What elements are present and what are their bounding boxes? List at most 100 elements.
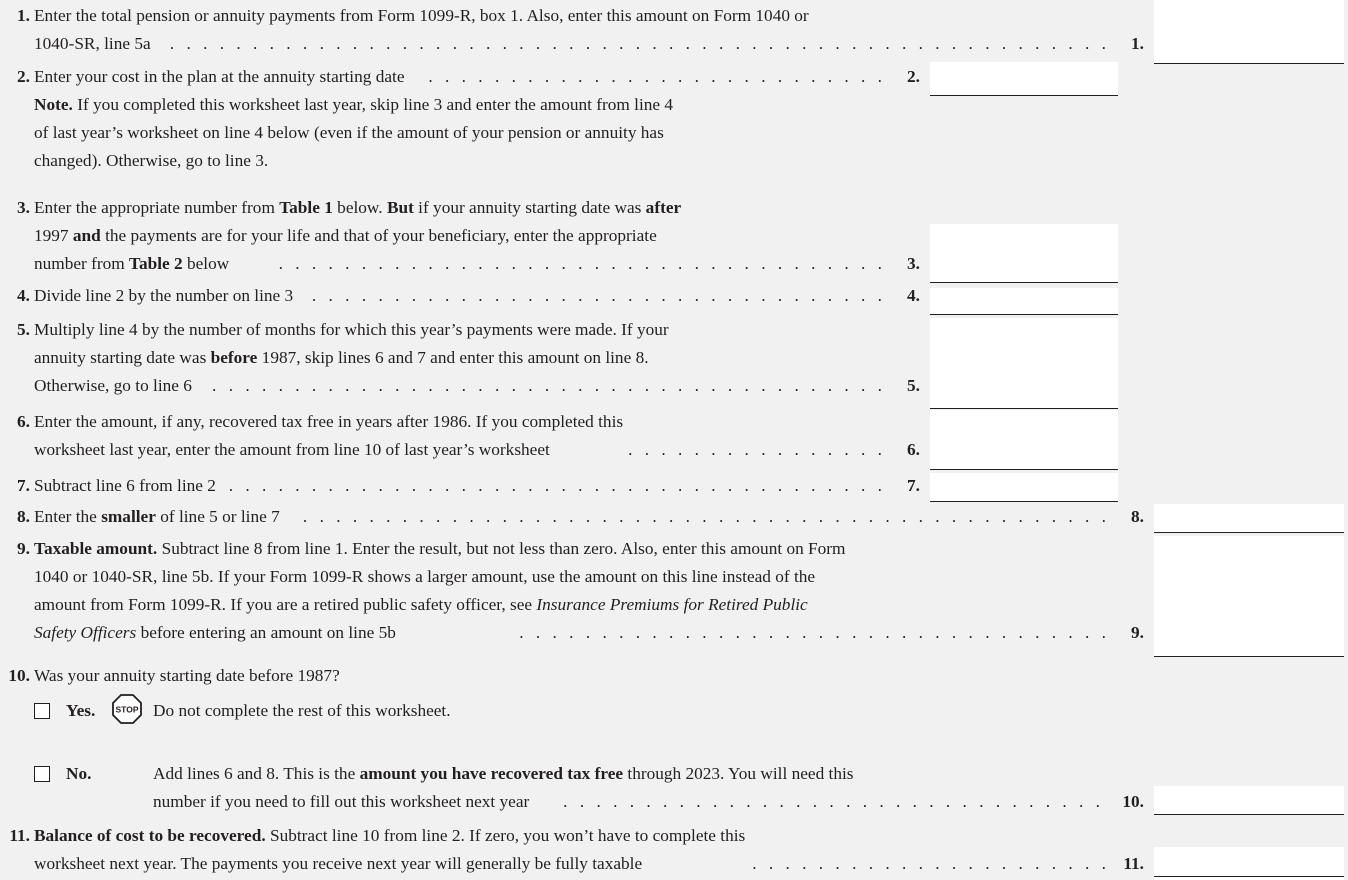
line9-ref: 9. (1131, 623, 1144, 642)
line9-text-cont2: amount from Form 1099-R. If you are a re… (34, 593, 808, 617)
yes-checkbox[interactable] (34, 703, 50, 719)
line2-note-cont1: of last year’s worksheet on line 4 below… (34, 123, 664, 142)
line8-ref: 8. (1131, 507, 1144, 526)
line7-leader (230, 474, 882, 498)
line7-number: 7. (17, 476, 30, 495)
line4-ref: 4. (907, 286, 920, 305)
line11-text: Balance of cost to be recovered. Subtrac… (34, 824, 745, 848)
line4-input[interactable] (930, 314, 1118, 315)
line7-answer-box (930, 473, 1118, 501)
line1-answer-box (1154, 0, 1344, 63)
no-text-cont: number if you need to fill out this work… (153, 792, 530, 811)
line2-answer-box (930, 62, 1118, 95)
line3-ref: 3. (907, 254, 920, 273)
line1-text: Enter the total pension or annuity payme… (34, 6, 809, 25)
line10-number: 10. (8, 666, 30, 685)
line5-text-cont1: annuity starting date was before 1987, s… (34, 346, 649, 370)
yes-label: Yes. (66, 701, 96, 720)
line3-text-j: number from (34, 254, 125, 273)
line4-text: Divide line 2 by the number on line 3 (34, 286, 294, 305)
line10-input[interactable] (1154, 814, 1344, 815)
line8-leader (300, 505, 1106, 529)
line3-text-cont2: number from Table 2 below (34, 252, 229, 276)
line5-input[interactable] (930, 408, 1118, 409)
line10-question: Was your annuity starting date before 19… (34, 666, 340, 685)
line9-text-d: Safety Officers (34, 623, 137, 642)
line6-number: 6. (17, 412, 30, 431)
line9-heading: Taxable amount. (34, 539, 158, 558)
no-checkbox[interactable] (34, 766, 50, 782)
line6-text: Enter the amount, if any, recovered tax … (34, 412, 624, 431)
line10-leader (560, 790, 1100, 814)
line7-ref: 7. (907, 476, 920, 495)
line4-answer-box (930, 288, 1118, 314)
line11-input[interactable] (1154, 876, 1344, 877)
yes-text: Do not complete the rest of this workshe… (153, 701, 451, 720)
line8-text: Enter the smaller of line 5 or line 7 (34, 505, 280, 529)
line3-input[interactable] (930, 282, 1118, 283)
stop-icon: STOP (112, 694, 142, 724)
line9-input[interactable] (1154, 656, 1344, 657)
line5-text-cont2: Otherwise, go to line 6 (34, 376, 192, 395)
line9-text-a: Subtract line 8 from line 1. Enter the r… (161, 539, 846, 558)
line5-leader (212, 374, 882, 398)
line6-input[interactable] (930, 469, 1118, 470)
no-text-b: amount you have recovered tax free (359, 764, 624, 783)
line8-text-b: smaller (101, 507, 156, 526)
line2-note-cont2: changed). Otherwise, go to line 3. (34, 151, 269, 170)
line11-text-a: Subtract line 10 from line 2. If zero, y… (269, 826, 746, 845)
line6-answer-box (930, 410, 1118, 469)
line9-leader (518, 621, 1106, 645)
line3-text-a: Enter the appropriate number from (34, 198, 275, 217)
line5-number: 5. (17, 320, 30, 339)
line8-input[interactable] (1154, 532, 1344, 533)
line9-number: 9. (17, 539, 30, 558)
line1-ref: 1. (1131, 34, 1144, 53)
line5-text-b: before (210, 348, 258, 367)
line4-leader (310, 284, 882, 308)
line1-input[interactable] (1154, 63, 1344, 64)
line3-number: 3. (17, 198, 30, 217)
line7-text: Subtract line 6 from line 2 (34, 476, 216, 495)
no-text-a: Add lines 6 and 8. This is the (153, 764, 356, 783)
line1-leader (160, 32, 1106, 56)
line3-text-i: the payments are for your life and that … (105, 226, 657, 245)
line1-number: 1. (17, 6, 30, 25)
line5-text: Multiply line 4 by the number of months … (34, 320, 669, 339)
line7-input[interactable] (930, 501, 1118, 502)
line4-number: 4. (17, 286, 30, 305)
line11-leader (740, 852, 1106, 876)
line2-number: 2. (17, 67, 30, 86)
line11-ref: 11. (1123, 854, 1144, 873)
note-text: If you completed this worksheet last yea… (77, 95, 674, 114)
line3-text-h: and (72, 226, 101, 245)
line6-text-cont: worksheet last year, enter the amount fr… (34, 440, 550, 459)
line9-text-cont1: 1040 or 1040-SR, line 5b. If your Form 1… (34, 567, 816, 586)
line9-answer-box (1154, 536, 1344, 656)
line6-ref: 6. (907, 440, 920, 459)
line3-text-e: if your annuity starting date was (418, 198, 642, 217)
line5-ref: 5. (907, 376, 920, 395)
line3-leader (270, 252, 882, 276)
line9-text-cont3: Safety Officers before entering an amoun… (34, 621, 396, 645)
line2-input[interactable] (930, 95, 1118, 96)
line3-text-f: after (645, 198, 682, 217)
no-label: No. (66, 764, 92, 783)
line3-text-g: 1997 (34, 226, 69, 245)
line2-leader (420, 65, 882, 89)
no-text-c: through 2023. You will need this (627, 764, 854, 783)
line10-ref: 10. (1122, 792, 1144, 811)
line9-text: Taxable amount. Subtract line 8 from lin… (34, 537, 846, 561)
line8-text-a: Enter the (34, 507, 97, 526)
line6-leader (620, 438, 882, 462)
line2-note: Note. If you completed this worksheet la… (34, 93, 673, 117)
line10-answer-box (1154, 786, 1344, 814)
line1-text-cont: 1040-SR, line 5a (34, 34, 151, 53)
line3-text-k: below (186, 254, 230, 273)
line5-text-a: annuity starting date was (34, 348, 207, 367)
line2-text: Enter your cost in the plan at the annui… (34, 67, 405, 86)
line9-text-e: before entering an amount on line 5b (140, 623, 396, 642)
line3-answer-box (930, 224, 1118, 282)
line8-answer-box (1154, 504, 1344, 532)
line3-text: Enter the appropriate number from Table … (34, 196, 681, 220)
